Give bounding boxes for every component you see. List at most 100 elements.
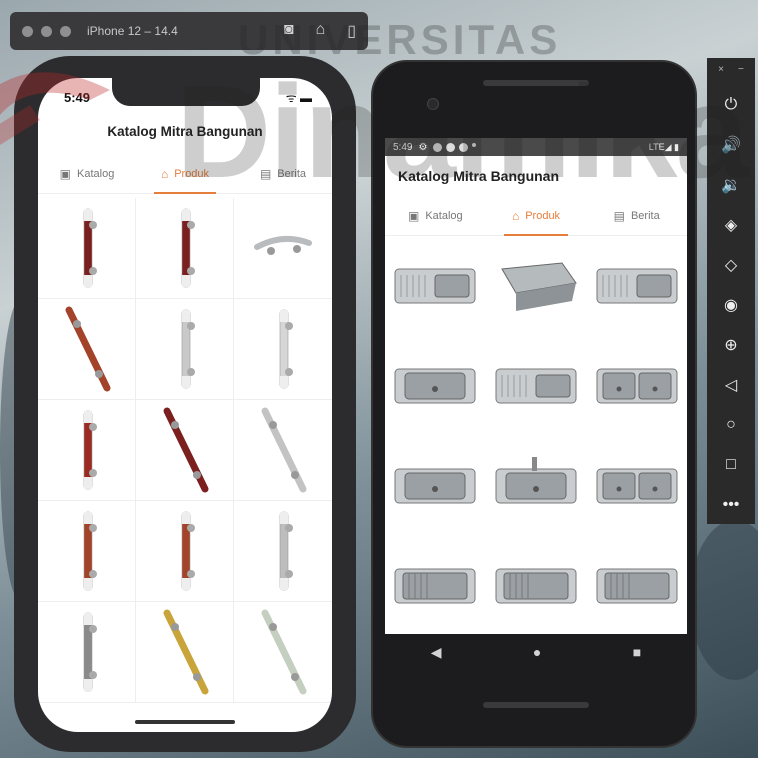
product-cell[interactable]: [38, 299, 136, 400]
ios-product-grid: [38, 198, 332, 703]
produk-icon: ⌂: [511, 208, 520, 223]
product-cell[interactable]: [385, 444, 486, 526]
product-cell[interactable]: [136, 501, 234, 602]
door-handle-image: [279, 309, 293, 389]
product-cell[interactable]: [586, 244, 687, 326]
sink-image: [394, 568, 476, 604]
product-cell[interactable]: [486, 344, 587, 426]
tab-label: Katalog: [77, 167, 115, 180]
tab-berita[interactable]: ▤ Berita: [234, 154, 332, 193]
door-handle-image: [163, 609, 208, 695]
door-handle-image: [163, 407, 208, 493]
door-handle-image: [65, 306, 110, 392]
tab-katalog[interactable]: ▣ Katalog: [38, 154, 136, 193]
android-clock: 5:49: [393, 141, 413, 153]
settings-icon: ⚙: [418, 141, 428, 153]
android-device: 5:49 ⚙ LTE◢ ▮ Katalog Mitra Bangunan ▣ Ka…: [371, 60, 697, 748]
ios-status-icons: ᯤ ▬: [285, 91, 312, 105]
android-nav-bar: ◀ ● ■: [385, 638, 687, 666]
product-cell[interactable]: [38, 400, 136, 501]
back-button[interactable]: ◀: [431, 644, 442, 661]
ios-tab-bar: ▣ Katalog ⌂ Produk ▤ Berita: [38, 154, 332, 194]
product-cell[interactable]: [234, 602, 332, 703]
tab-label: Berita: [630, 209, 660, 222]
ios-simulator-titlebar: iPhone 12 – 14.4 ◙ ⌂ ▯: [10, 12, 368, 50]
screenshot-icon[interactable]: ◙: [284, 21, 294, 41]
product-cell[interactable]: [38, 501, 136, 602]
door-handle-image: [83, 511, 97, 591]
page-title: Katalog Mitra Bangunan: [398, 168, 560, 184]
simulator-tools: ◙ ⌂ ▯: [284, 21, 356, 41]
overview-button[interactable]: ■: [633, 644, 641, 660]
home-icon[interactable]: ⌂: [316, 21, 326, 41]
signal-battery-icon: LTE◢ ▮: [648, 141, 679, 152]
sink-image: [596, 368, 678, 404]
tab-berita[interactable]: ▤ Berita: [586, 196, 687, 235]
product-cell[interactable]: [234, 198, 332, 299]
close-window-button[interactable]: [22, 25, 33, 37]
product-cell[interactable]: [234, 299, 332, 400]
home-button[interactable]: ●: [533, 644, 541, 660]
katalog-icon: ▣: [408, 208, 420, 223]
tab-produk[interactable]: ⌂ Produk: [136, 154, 234, 194]
product-cell[interactable]: [234, 501, 332, 602]
door-handle-image: [83, 612, 97, 692]
minimize-window-button[interactable]: [41, 25, 52, 37]
product-cell[interactable]: [486, 544, 587, 626]
product-cell[interactable]: [385, 544, 486, 626]
rotate-icon[interactable]: ▯: [347, 21, 356, 41]
page-title: Katalog Mitra Bangunan: [107, 124, 263, 139]
product-cell[interactable]: [234, 400, 332, 501]
home-icon[interactable]: ○: [707, 405, 755, 445]
zoom-icon[interactable]: ⊕: [707, 325, 755, 365]
sink-image: [501, 262, 577, 311]
door-handle-image: [181, 309, 195, 389]
door-handle-image: [83, 410, 97, 490]
product-cell[interactable]: [136, 602, 234, 703]
notch: [112, 78, 260, 106]
tab-label: Berita: [277, 167, 307, 180]
rotate-left-icon[interactable]: ◈: [707, 205, 755, 245]
volume-up-icon[interactable]: 🔊: [707, 125, 755, 165]
product-cell[interactable]: [136, 400, 234, 501]
overview-icon[interactable]: □: [707, 445, 755, 485]
door-handle-image: [181, 208, 195, 288]
product-cell[interactable]: [38, 602, 136, 703]
tab-katalog[interactable]: ▣ Katalog: [385, 196, 486, 235]
product-cell[interactable]: [486, 244, 587, 326]
ios-screen: 5:49 ᯤ ▬ Katalog Mitra Bangunan ▣ Katalog…: [38, 78, 332, 732]
notification-dots: [433, 142, 477, 152]
more-icon[interactable]: •••: [707, 485, 755, 525]
product-cell[interactable]: [385, 244, 486, 326]
katalog-icon: ▣: [59, 166, 72, 181]
tab-label: Produk: [525, 209, 561, 222]
tab-produk[interactable]: ⌂ Produk: [486, 196, 587, 236]
home-indicator[interactable]: [135, 720, 235, 724]
product-cell[interactable]: [586, 544, 687, 626]
door-handle-image: [279, 511, 293, 591]
sink-image: [495, 457, 577, 504]
emulator-minimize-button[interactable]: −: [738, 64, 744, 75]
product-cell[interactable]: [136, 198, 234, 299]
sink-image: [495, 368, 577, 404]
emulator-close-button[interactable]: ×: [718, 64, 724, 75]
tab-label: Produk: [174, 167, 210, 180]
product-cell[interactable]: [586, 344, 687, 426]
product-cell[interactable]: [586, 444, 687, 526]
camera-icon[interactable]: ◉: [707, 285, 755, 325]
zoom-window-button[interactable]: [60, 25, 71, 37]
volume-down-icon[interactable]: 🔉: [707, 165, 755, 205]
product-cell[interactable]: [136, 299, 234, 400]
berita-icon: ▤: [259, 166, 272, 181]
front-camera: [427, 98, 439, 110]
product-cell[interactable]: [385, 344, 486, 426]
speaker: [483, 80, 589, 86]
iphone-device: 5:49 ᯤ ▬ Katalog Mitra Bangunan ▣ Katalog…: [14, 56, 356, 752]
back-icon[interactable]: ◁: [707, 365, 755, 405]
power-icon[interactable]: ⏻: [707, 85, 755, 125]
product-cell[interactable]: [486, 444, 587, 526]
rotate-right-icon[interactable]: ◇: [707, 245, 755, 285]
sink-image: [394, 468, 476, 504]
produk-icon: ⌂: [160, 166, 169, 181]
product-cell[interactable]: [38, 198, 136, 299]
